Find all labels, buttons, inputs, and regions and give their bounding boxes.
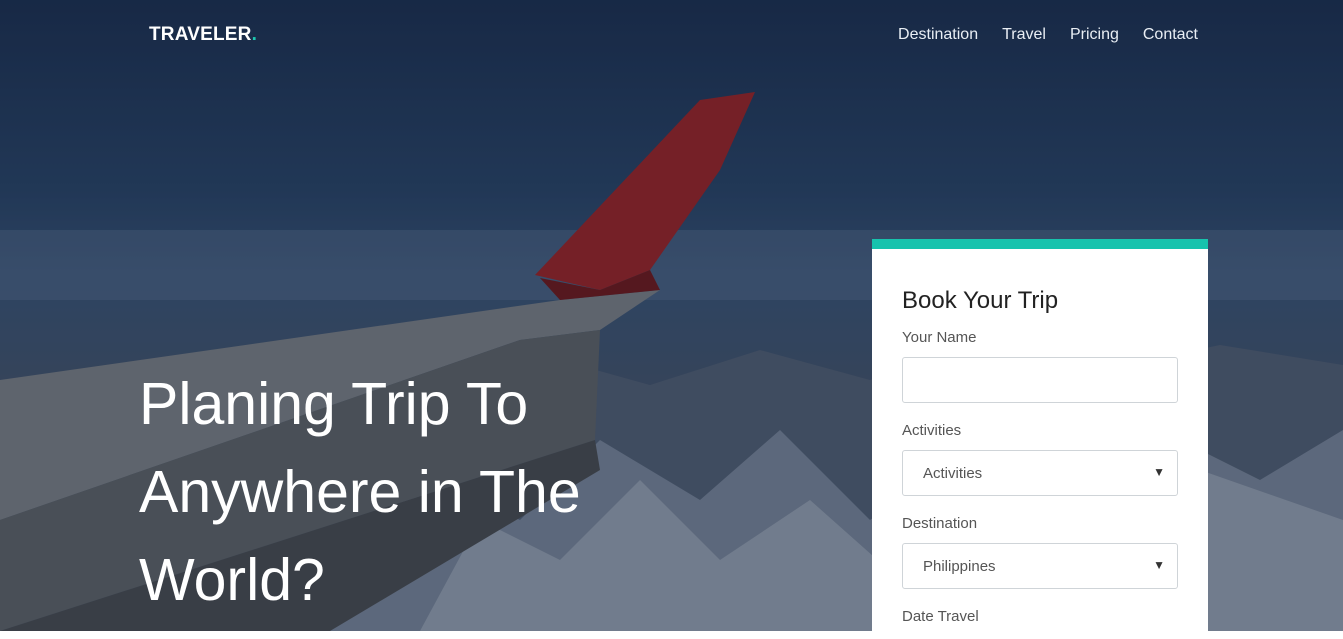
destination-label: Destination [902, 515, 978, 532]
chevron-down-icon: ▼ [1153, 558, 1165, 572]
nav-item-destination[interactable]: Destination [898, 26, 978, 44]
activities-select[interactable]: Activities ▼ [902, 450, 1178, 496]
nav-item-travel[interactable]: Travel [1002, 26, 1046, 44]
logo-text: TRAVELER [149, 24, 252, 45]
activities-label: Activities [902, 422, 962, 439]
logo[interactable]: TRAVELER. [149, 24, 257, 46]
headline-line-3: World? [139, 547, 325, 613]
destination-select[interactable]: Philippines ▼ [902, 543, 1178, 589]
name-input[interactable] [902, 357, 1178, 403]
activities-selected-value: Activities [923, 464, 983, 482]
nav-item-pricing[interactable]: Pricing [1070, 26, 1119, 44]
destination-selected-value: Philippines [923, 557, 996, 575]
nav-item-contact[interactable]: Contact [1143, 26, 1198, 44]
top-navigation: TRAVELER. Destination Travel Pricing Con… [0, 0, 1343, 72]
logo-dot: . [251, 24, 258, 45]
booking-form: Book Your Trip Your Name Activities Acti… [872, 239, 1208, 639]
date-travel-label: Date Travel [902, 608, 979, 625]
hero-headline: Planing Trip To Anywhere in The World? [139, 360, 659, 624]
chevron-down-icon: ▼ [1153, 465, 1165, 479]
booking-title: Book Your Trip [902, 287, 1059, 314]
name-label: Your Name [902, 329, 977, 346]
headline-line-2: Anywhere in The [139, 459, 581, 525]
headline-line-1: Planing Trip To [139, 371, 529, 437]
nav-menu: Destination Travel Pricing Contact [898, 26, 1198, 44]
